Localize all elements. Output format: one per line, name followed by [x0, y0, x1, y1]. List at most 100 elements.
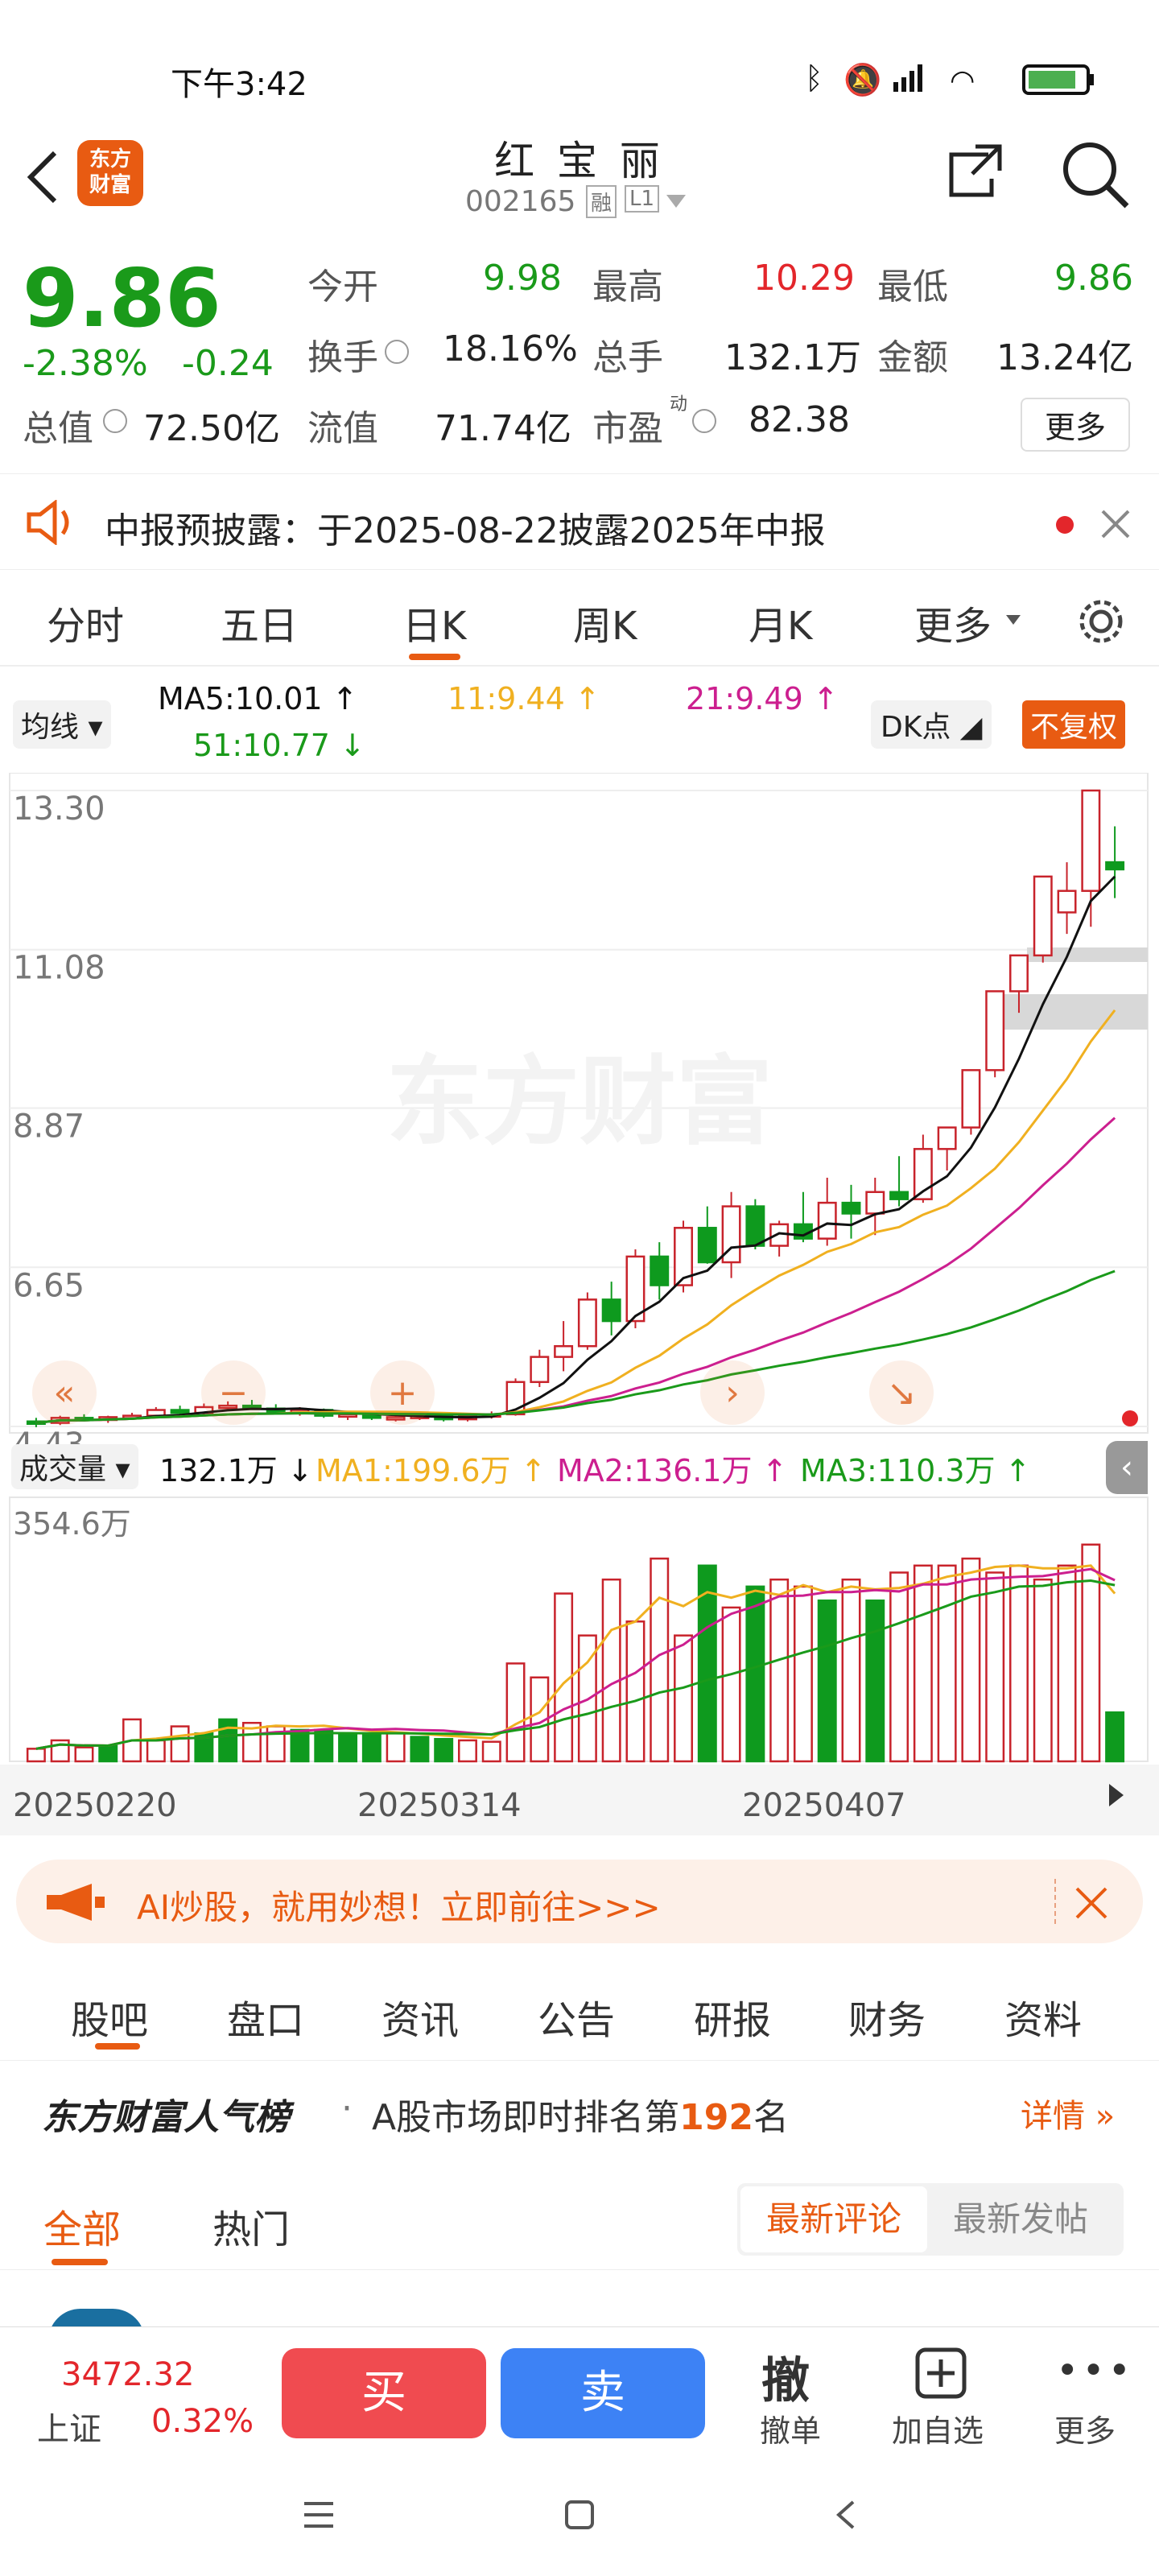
- tab-announcements[interactable]: 公告: [538, 1988, 615, 2045]
- volume-bar: [361, 1733, 382, 1763]
- candle-body: [817, 1201, 837, 1240]
- home-icon[interactable]: [563, 2499, 596, 2531]
- rank-detail-link[interactable]: 详情 »: [1021, 2090, 1115, 2136]
- divider: [1054, 1879, 1056, 1924]
- tab-research[interactable]: 研报: [694, 1988, 771, 2045]
- ma21-label: 21:9.49 ↑: [686, 681, 839, 716]
- more-dots-icon[interactable]: •••: [1056, 2348, 1134, 2393]
- high-value: 10.29: [753, 258, 855, 299]
- quote-panel: 9.86 -2.38% -0.24 今开 9.98 最高 10.29 最低 9.…: [0, 233, 1159, 467]
- info-icon[interactable]: [692, 409, 716, 433]
- more-label[interactable]: 更多: [1054, 2406, 1116, 2450]
- watermark: 东方财富: [386, 1046, 773, 1158]
- more-button[interactable]: 更多: [1021, 398, 1131, 452]
- search-icon[interactable]: [1059, 138, 1132, 211]
- info-icon[interactable]: [385, 340, 409, 364]
- candle-body: [937, 1126, 957, 1150]
- volume-bar: [1009, 1564, 1029, 1763]
- banner-text: AI炒股，就用妙想！立即前往>>>: [137, 1888, 661, 1927]
- volume-bar: [769, 1578, 790, 1763]
- menu-icon[interactable]: [301, 2500, 336, 2529]
- candle-body: [1081, 789, 1101, 892]
- ai-banner[interactable]: AI炒股，就用妙想！立即前往>>>: [16, 1860, 1143, 1943]
- back-nav-icon[interactable]: [834, 2499, 858, 2531]
- kline-chart[interactable]: 13.3011.088.876.654.43东方财富«−+›↘354.6万202…: [0, 772, 1159, 1837]
- chart-nav-icon: +: [388, 1373, 418, 1414]
- ma-selector[interactable]: 均线 ▾: [13, 700, 111, 749]
- candle-body: [1009, 954, 1029, 993]
- gear-icon[interactable]: [1075, 596, 1127, 647]
- collapse-panel-icon[interactable]: ‹: [1106, 1441, 1148, 1494]
- close-icon[interactable]: [1099, 508, 1132, 540]
- volume-bar: [913, 1564, 933, 1763]
- volume-bar: [1105, 1711, 1125, 1763]
- low-value: 9.86: [1054, 258, 1133, 299]
- vol-ma2-label: MA2:136.1万 ↑: [557, 1453, 788, 1488]
- volume-bar: [170, 1725, 190, 1763]
- ma5-label: MA5:10.01 ↑: [158, 681, 358, 716]
- dk-selector[interactable]: DK点 ◢: [871, 700, 992, 749]
- volume-bar: [74, 1746, 94, 1763]
- close-icon[interactable]: [1074, 1885, 1109, 1921]
- unread-dot: [1056, 516, 1074, 534]
- add-favorite-icon[interactable]: [914, 2347, 967, 2400]
- volume-bar: [98, 1744, 118, 1763]
- volume-bar: [745, 1585, 765, 1763]
- x-tick-label: 20250407: [742, 1787, 906, 1824]
- buy-button[interactable]: 买: [282, 2348, 486, 2438]
- volume-selector[interactable]: 成交量 ▾: [11, 1444, 138, 1489]
- content-tabs: 股吧 盘口 资讯 公告 研报 财务 资料: [0, 1964, 1159, 2061]
- tab-pankou[interactable]: 盘口: [227, 1988, 304, 2045]
- tab-finance[interactable]: 财务: [848, 1988, 926, 2045]
- tab-daily-k[interactable]: 日K: [402, 594, 466, 650]
- level-badge: L1: [625, 185, 660, 213]
- cancel-order-icon[interactable]: 撤: [761, 2342, 810, 2412]
- filter-hot[interactable]: 热门: [212, 2198, 290, 2254]
- active-tab-indicator: [95, 2043, 140, 2050]
- turnover-value: 18.16%: [443, 328, 578, 369]
- sell-button[interactable]: 卖: [501, 2348, 705, 2438]
- sort-latest-post[interactable]: 最新发帖: [953, 2186, 1088, 2252]
- sort-latest-comment[interactable]: 最新评论: [740, 2186, 927, 2252]
- x-tick-label: 20250314: [357, 1787, 522, 1824]
- candle-body: [985, 990, 1005, 1071]
- kline-svg[interactable]: 13.3011.088.876.654.43东方财富«−+›↘354.6万202…: [0, 772, 1159, 1837]
- tab-intraday[interactable]: 分时: [47, 594, 124, 650]
- notice-bar[interactable]: 中报预披露：于2025-08-22披露2025年中报: [0, 473, 1159, 570]
- tab-monthly-k[interactable]: 月K: [749, 594, 812, 650]
- cancel-order-label[interactable]: 撤单: [760, 2406, 821, 2450]
- change-amount: -0.24: [182, 343, 274, 384]
- tab-more[interactable]: 更多: [914, 594, 992, 650]
- system-nav-bar: [0, 2455, 1159, 2576]
- volume-bar: [1081, 1543, 1101, 1763]
- tab-guba[interactable]: 股吧: [71, 1988, 148, 2045]
- latest-dot: [1122, 1410, 1138, 1426]
- volume-bar: [841, 1578, 861, 1763]
- low-label: 最低: [877, 266, 948, 308]
- tab-five-day[interactable]: 五日: [221, 594, 298, 650]
- candle-body: [889, 1191, 909, 1200]
- candle-body: [650, 1255, 670, 1286]
- index-percent: 0.32%: [151, 2403, 254, 2440]
- stock-header: 东方 财富 红 宝 丽 002165 融 L1: [0, 121, 1159, 233]
- volume-bar: [314, 1728, 334, 1763]
- info-icon[interactable]: [103, 409, 127, 433]
- volume-bar: [674, 1634, 693, 1763]
- add-favorite-label[interactable]: 加自选: [892, 2406, 984, 2450]
- tab-weekly-k[interactable]: 周K: [573, 594, 637, 650]
- share-icon[interactable]: [943, 138, 1008, 203]
- filter-all[interactable]: 全部: [43, 2198, 121, 2254]
- candle-body: [841, 1201, 861, 1215]
- popularity-rank[interactable]: 东方财富人气榜 · A股市场即时排名第192名 详情 »: [0, 2061, 1159, 2157]
- dropdown-icon[interactable]: [666, 195, 686, 208]
- volume-bar: [458, 1739, 477, 1763]
- tab-news[interactable]: 资讯: [382, 1988, 459, 2045]
- status-bar: 下午3:42 ᛒ 🔕 ◠: [0, 0, 1159, 121]
- price-tick-label: 6.65: [13, 1267, 85, 1304]
- megaphone-icon: [47, 1884, 105, 1921]
- adjust-toggle[interactable]: 不复权: [1022, 700, 1126, 749]
- float-label: 流值: [307, 408, 378, 449]
- pressure-band: [1003, 994, 1148, 1030]
- tab-profile[interactable]: 资料: [1004, 1988, 1082, 2045]
- open-label: 今开: [307, 266, 378, 308]
